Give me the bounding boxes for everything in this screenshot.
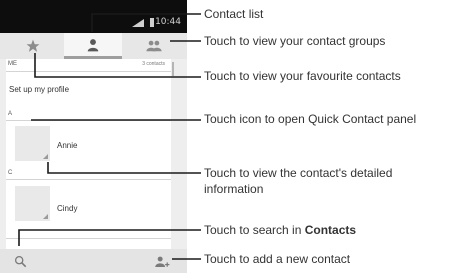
signal-icon <box>132 19 144 27</box>
callout-search-prefix: Touch to search in <box>204 223 305 237</box>
setup-profile-item[interactable]: Set up my profile <box>9 85 69 94</box>
section-letter: C <box>8 170 13 176</box>
scrollbar[interactable] <box>172 62 174 76</box>
callout-add-contact: Touch to add a new contact <box>204 252 351 266</box>
contact-name-annie[interactable]: Annie <box>57 141 77 150</box>
callout-search: Touch to search in Contacts <box>204 222 356 238</box>
contact-avatar-annie[interactable] <box>15 126 50 161</box>
quick-contact-corner-icon <box>43 154 48 159</box>
battery-icon <box>150 18 154 27</box>
callout-contact-list: Contact list <box>204 7 264 21</box>
callout-details-line2: information <box>204 182 264 196</box>
bottom-action-bar <box>0 249 187 273</box>
add-contact-icon[interactable] <box>154 255 170 268</box>
callout-details-line1: Touch to view the contact's detailed <box>204 166 393 180</box>
group-icon <box>146 40 162 52</box>
contact-name-cindy[interactable]: Cindy <box>57 204 77 213</box>
contact-count: 3 contacts <box>142 61 165 67</box>
me-section-header: ME 3 contacts <box>6 59 171 72</box>
phone-screen: 10:44 ME 3 contacts Set up my profile A … <box>0 0 187 273</box>
callout-search-bold: Contacts <box>304 223 357 237</box>
status-bar: 10:44 <box>0 0 187 33</box>
callout-favourites: Touch to view your favourite contacts <box>204 69 401 83</box>
status-time: 10:44 <box>155 17 181 27</box>
star-icon <box>26 39 40 52</box>
section-letter: A <box>8 111 13 117</box>
person-icon <box>87 38 99 51</box>
callout-details: Touch to view the contact's detailed inf… <box>204 165 392 197</box>
callout-groups: Touch to view your contact groups <box>204 34 386 48</box>
section-header-next <box>6 229 171 239</box>
tab-groups[interactable] <box>125 33 183 59</box>
me-header-label: ME <box>8 61 17 67</box>
contact-list: ME 3 contacts Set up my profile A Annie … <box>6 59 171 249</box>
tab-favourites[interactable] <box>4 33 62 59</box>
quick-contact-corner-icon <box>43 214 48 219</box>
section-header-a: A <box>6 111 171 121</box>
section-header-c: C <box>6 170 171 180</box>
tab-bar <box>0 33 187 59</box>
tab-contacts[interactable] <box>64 33 122 59</box>
callout-quick-contact: Touch icon to open Quick Contact panel <box>204 112 417 126</box>
search-icon[interactable] <box>14 255 27 268</box>
contact-avatar-cindy[interactable] <box>15 186 50 221</box>
